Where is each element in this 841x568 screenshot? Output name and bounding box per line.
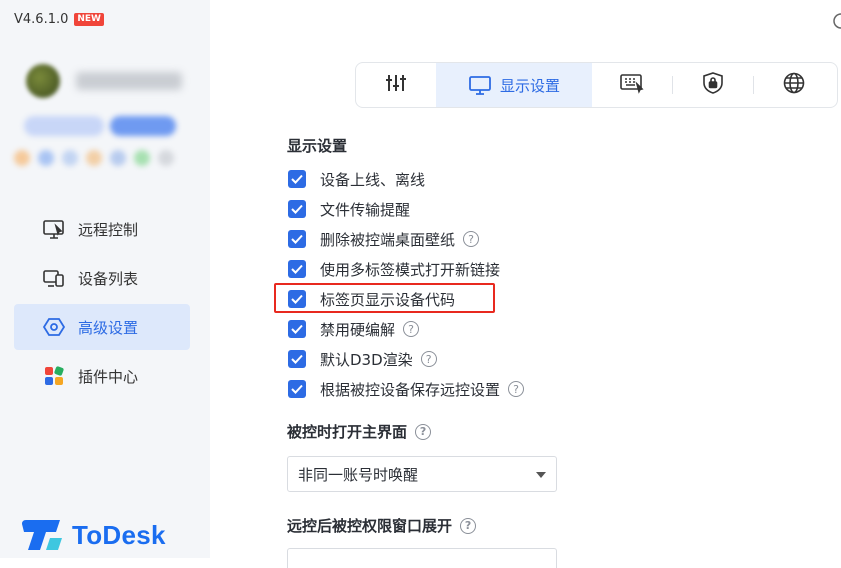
tab-security[interactable] <box>673 63 753 107</box>
section-title-text: 显示设置 <box>287 137 348 155</box>
settings-tabbar: 显示设置 <box>355 62 838 108</box>
section-title-text: 被控时打开主界面 <box>287 423 408 441</box>
membership-badges-blurred <box>14 150 174 166</box>
select-value: 非同一账号时唤醒 <box>298 465 419 484</box>
open-main-ui-title: 被控时打开主界面 ? <box>287 421 432 442</box>
tab-keyboard[interactable] <box>592 63 672 107</box>
help-icon[interactable]: ? <box>420 351 437 367</box>
checkbox[interactable] <box>288 230 306 248</box>
help-icon[interactable]: ? <box>403 321 420 337</box>
display-options-list: 设备上线、离线 文件传输提醒 删除被控端桌面壁纸 ? 使用多标签模式打开新链接 … <box>288 164 525 404</box>
option-label: 删除被控端桌面壁纸 <box>320 230 456 249</box>
plugin-center-icon <box>42 364 66 388</box>
sidebar-item-advanced-settings[interactable]: 高级设置 <box>14 304 190 350</box>
option-save-remote-settings[interactable]: 根据被控设备保存远控设置 ? <box>288 374 525 404</box>
checkbox[interactable] <box>288 200 306 218</box>
option-tab-show-device-code[interactable]: 标签页显示设备代码 <box>288 284 524 314</box>
section-title-text: 远控后被控权限窗口展开 <box>287 517 453 535</box>
option-label: 禁用硬编解 <box>320 320 396 339</box>
expand-window-title: 远控后被控权限窗口展开 ? <box>287 515 477 536</box>
globe-icon <box>782 71 806 99</box>
option-device-online-offline[interactable]: 设备上线、离线 <box>288 164 524 194</box>
account-tag-blurred <box>24 116 104 136</box>
sliders-icon <box>384 72 408 98</box>
todesk-logo-icon <box>22 520 62 550</box>
option-label: 标签页显示设备代码 <box>320 290 456 309</box>
option-label: 设备上线、离线 <box>320 170 426 189</box>
remote-control-icon <box>42 217 66 241</box>
sidebar-item-device-list[interactable]: 设备列表 <box>14 255 190 301</box>
tab-network[interactable] <box>754 63 834 107</box>
security-lock-icon <box>701 71 725 99</box>
expand-window-select[interactable] <box>287 548 557 568</box>
sidebar-item-plugin-center[interactable]: 插件中心 <box>14 353 190 399</box>
advanced-settings-icon <box>42 315 66 339</box>
display-settings-title: 显示设置 <box>287 135 347 156</box>
device-list-icon <box>42 266 66 290</box>
option-default-d3d-render[interactable]: 默认D3D渲染 ? <box>288 344 524 374</box>
tab-display-settings[interactable]: 显示设置 <box>436 63 592 107</box>
option-label: 默认D3D渲染 <box>320 350 413 369</box>
tab-general[interactable] <box>356 63 436 107</box>
checkbox[interactable] <box>288 380 306 398</box>
checkbox[interactable] <box>288 350 306 368</box>
avatar[interactable] <box>26 64 60 98</box>
option-file-transfer-reminder[interactable]: 文件传输提醒 <box>288 194 524 224</box>
sidebar-item-label: 远程控制 <box>78 220 139 239</box>
help-icon[interactable]: ? <box>463 231 480 247</box>
checkbox[interactable] <box>288 260 306 278</box>
version-text: V4.6.1.0 <box>14 12 69 27</box>
chevron-down-icon <box>536 472 546 478</box>
checkbox[interactable] <box>288 320 306 338</box>
new-badge: NEW <box>74 13 104 26</box>
tab-label: 显示设置 <box>499 76 560 95</box>
help-icon[interactable]: ? <box>415 423 432 440</box>
version-label: V4.6.1.0 NEW <box>14 12 104 27</box>
checkbox[interactable] <box>288 290 306 308</box>
monitor-icon <box>468 74 492 96</box>
option-label: 根据被控设备保存远控设置 <box>320 380 501 399</box>
option-label: 文件传输提醒 <box>320 200 411 219</box>
sidebar-nav: 远程控制 设备列表 高级设置 插件中心 <box>14 206 190 402</box>
username-blurred <box>76 72 182 90</box>
sidebar-item-remote-control[interactable]: 远程控制 <box>14 206 190 252</box>
option-label: 使用多标签模式打开新链接 <box>320 260 501 279</box>
open-main-ui-select[interactable]: 非同一账号时唤醒 <box>287 456 557 492</box>
sidebar-item-label: 插件中心 <box>78 367 139 386</box>
help-icon[interactable]: ? <box>460 517 477 534</box>
help-icon[interactable]: ? <box>508 381 525 397</box>
option-multi-tab-mode[interactable]: 使用多标签模式打开新链接 <box>288 254 524 284</box>
sidebar-item-label: 高级设置 <box>78 318 139 337</box>
sidebar: V4.6.1.0 NEW 远程控制 设备列表 高级设置 插件中心 ToDesk <box>0 0 210 558</box>
sidebar-item-label: 设备列表 <box>78 269 139 288</box>
option-remove-wallpaper[interactable]: 删除被控端桌面壁纸 ? <box>288 224 524 254</box>
checkbox[interactable] <box>288 170 306 188</box>
logo-text: ToDesk <box>72 519 166 550</box>
option-disable-hw-codec[interactable]: 禁用硬编解 ? <box>288 314 524 344</box>
vip-tag-blurred[interactable] <box>110 116 176 136</box>
todesk-logo: ToDesk <box>20 518 166 552</box>
window-control-icon[interactable] <box>833 12 841 30</box>
keyboard-icon <box>619 72 645 98</box>
